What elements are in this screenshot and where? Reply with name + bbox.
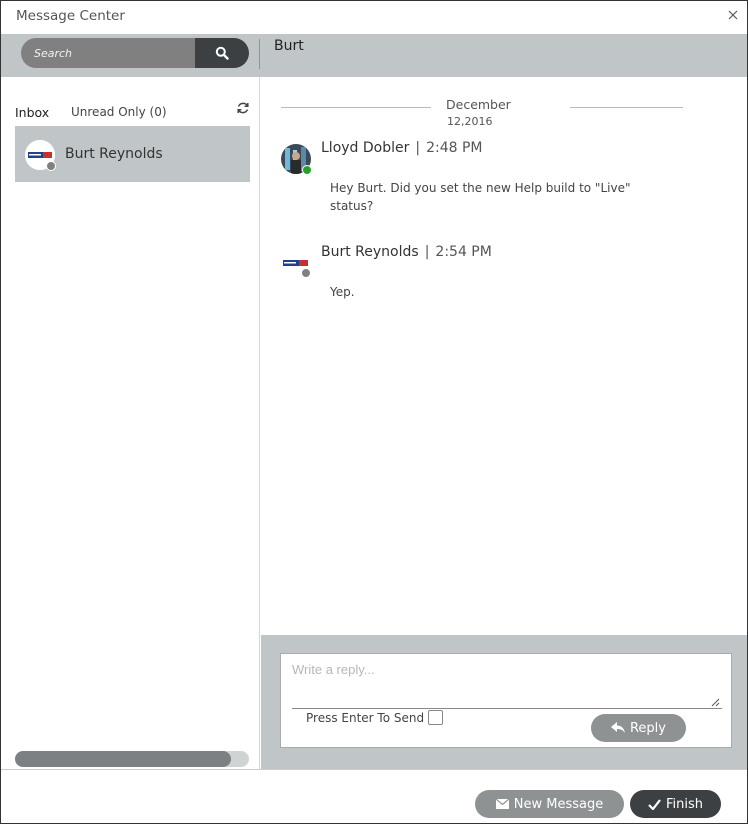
conversation-title: Burt: [274, 38, 304, 54]
reply-button[interactable]: Reply: [591, 714, 686, 742]
refresh-icon[interactable]: [236, 101, 250, 115]
sender-name: Lloyd Dobler: [321, 140, 410, 156]
message-text: Yep.: [330, 285, 355, 299]
date-month: December: [446, 97, 511, 112]
unread-only-filter[interactable]: Unread Only (0): [71, 105, 167, 119]
contact-list-item[interactable]: Burt Reynolds: [15, 126, 250, 182]
search-box: [21, 38, 249, 68]
message-header: Lloyd Dobler | 2:48 PM: [321, 140, 483, 156]
sidebar-scrollbar[interactable]: [15, 751, 249, 767]
separator: |: [424, 244, 430, 260]
window-title: Message Center: [16, 8, 125, 24]
search-icon: [215, 46, 229, 60]
header-divider: [259, 39, 260, 69]
title-bar: Message Center: [1, 1, 747, 34]
resize-grip-icon[interactable]: [711, 698, 720, 707]
finish-label: Finish: [665, 796, 703, 812]
sender-status-indicator: [301, 268, 311, 278]
contact-name: Burt Reynolds: [65, 146, 163, 162]
search-input[interactable]: [21, 38, 195, 68]
checkmark-icon: [648, 798, 661, 810]
message-text: Hey Burt. Did you set the new Help build…: [330, 181, 631, 213]
footer-bar: New Message Finish: [1, 769, 747, 823]
contact-status-indicator: [46, 161, 56, 171]
sender-name: Burt Reynolds: [321, 244, 419, 260]
separator: |: [415, 140, 421, 156]
close-icon[interactable]: [727, 9, 739, 21]
message-header: Burt Reynolds | 2:54 PM: [321, 244, 492, 260]
sender-status-indicator: [302, 165, 312, 175]
new-message-label: New Message: [513, 796, 604, 812]
reply-arrow-icon: [610, 722, 625, 734]
date-divider-line-right: [570, 107, 683, 108]
date-divider-line-left: [281, 107, 431, 108]
new-message-button[interactable]: New Message: [475, 790, 624, 818]
compose-panel: Press Enter To Send Reply: [261, 635, 747, 769]
date-day: 12,2016: [447, 115, 493, 128]
finish-button[interactable]: Finish: [630, 790, 721, 818]
chat-panel: December 12,2016 Lloyd Dobler | 2:48 PM He…: [261, 77, 747, 635]
reply-button-label: Reply: [629, 720, 666, 736]
enter-to-send-label: Press Enter To Send: [306, 711, 425, 725]
search-button[interactable]: [195, 38, 249, 68]
search-bar: Burt: [1, 34, 747, 77]
enter-to-send-checkbox[interactable]: [428, 710, 443, 725]
inbox-tab[interactable]: Inbox: [15, 105, 49, 120]
conversation-sidebar: Inbox Unread Only (0) Burt Reynolds: [1, 77, 260, 769]
message-time: 2:48 PM: [426, 140, 483, 156]
scrollbar-thumb[interactable]: [15, 751, 231, 767]
compose-box: Press Enter To Send Reply: [280, 653, 732, 748]
message-center-window: Message Center Burt Inbox Unread Only (0…: [0, 0, 748, 824]
envelope-icon: [495, 799, 509, 809]
message-time: 2:54 PM: [435, 244, 492, 260]
reply-input[interactable]: [292, 654, 722, 709]
